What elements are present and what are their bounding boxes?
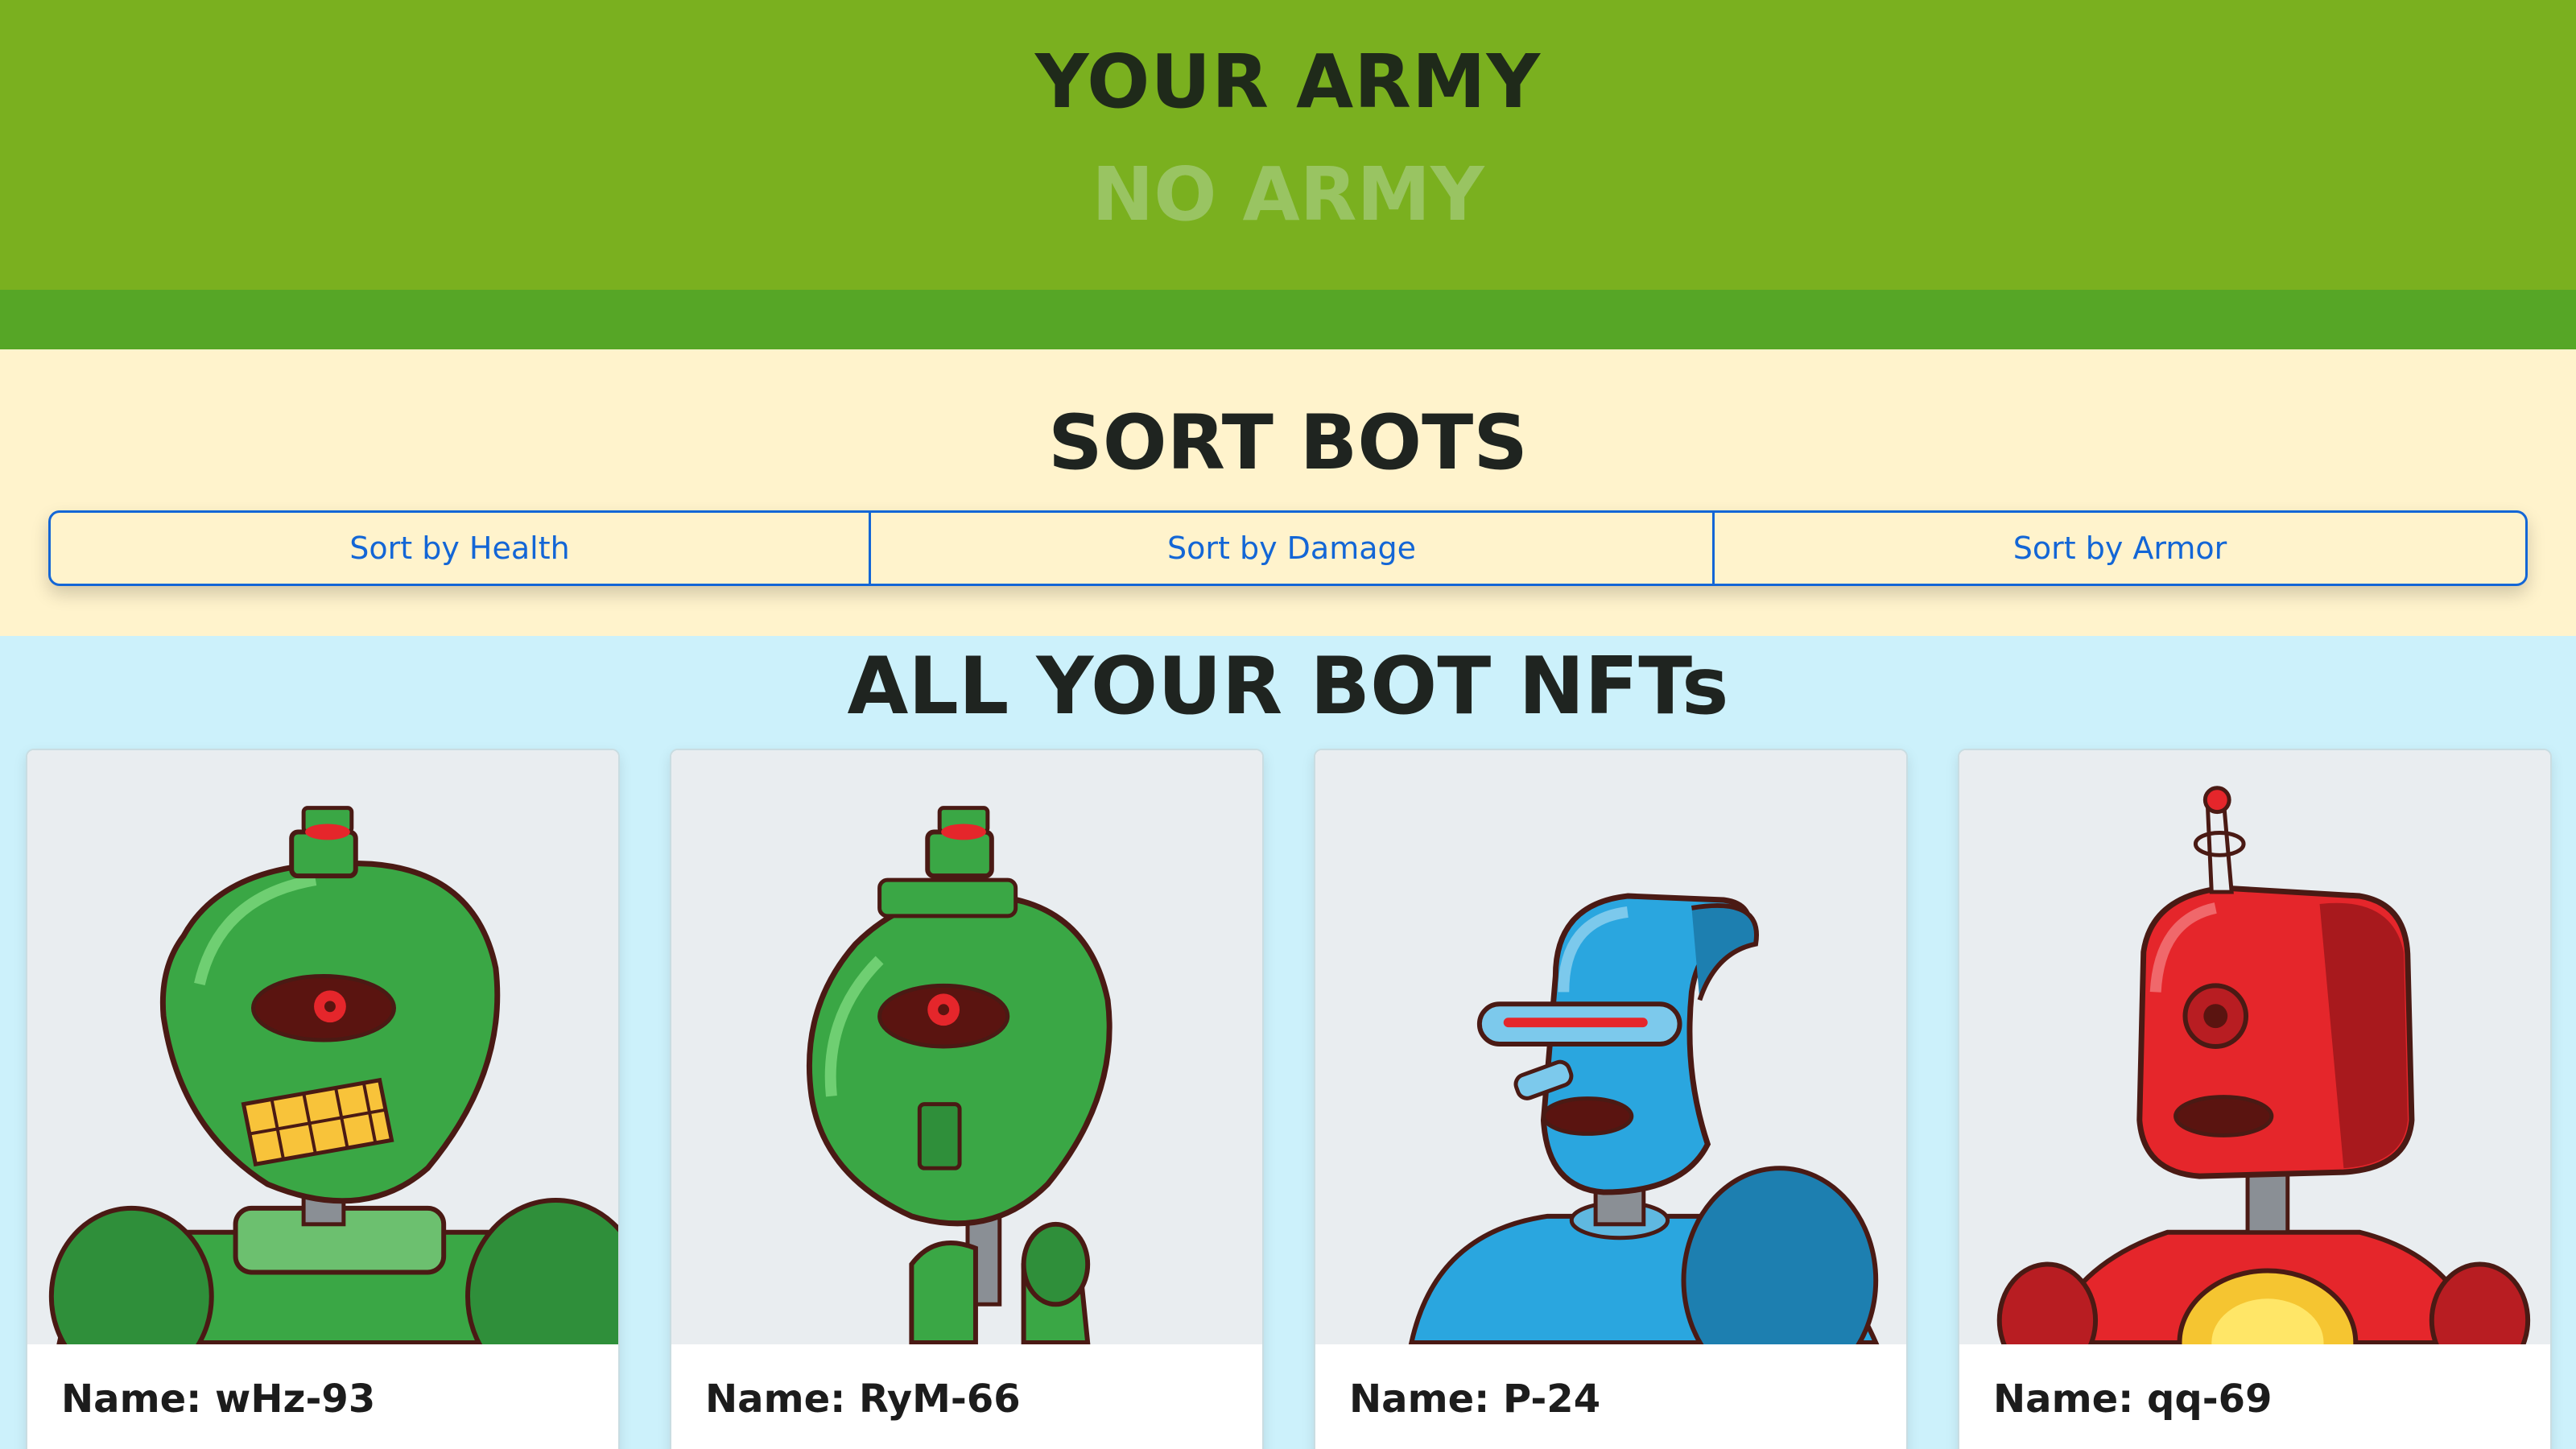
bot-card-qq-69[interactable]: Name: qq-69 [1958,749,2552,1449]
army-section-strip [0,290,2576,349]
sort-by-damage-button[interactable]: Sort by Damage [869,513,1712,584]
bot-card-rym-66[interactable]: Name: RyM-66 [670,749,1264,1449]
sort-button-group: Sort by Health Sort by Damage Sort by Ar… [48,510,2528,586]
sort-by-health-button[interactable]: Sort by Health [51,513,869,584]
bot-image [1959,750,2550,1344]
bot-name: Name: qq-69 [1993,1377,2273,1422]
sort-section [0,349,2576,636]
collection-title: ALL YOUR BOT NFTs [847,641,1729,733]
bot-card-whz-93[interactable]: Name: wHz-93 [26,749,620,1449]
green-robot-icon [48,806,618,1344]
bot-name: Name: wHz-93 [61,1377,376,1422]
army-empty-text: NO ARMY [1092,151,1484,237]
bot-name: Name: P-24 [1349,1377,1601,1422]
blue-robot-icon [1408,893,1880,1344]
bot-image [671,750,1262,1344]
sort-by-armor-button[interactable]: Sort by Armor [1712,513,2525,584]
bot-image [1315,750,1906,1344]
bot-image [27,750,618,1344]
army-title: YOUR ARMY [1034,39,1542,125]
green-robot-icon [806,806,1113,1344]
bot-name: Name: RyM-66 [705,1377,1021,1422]
sort-title: SORT BOTS [1048,399,1528,487]
bot-card-p-24[interactable]: Name: P-24 [1314,749,1908,1449]
red-robot-icon [1996,786,2531,1344]
